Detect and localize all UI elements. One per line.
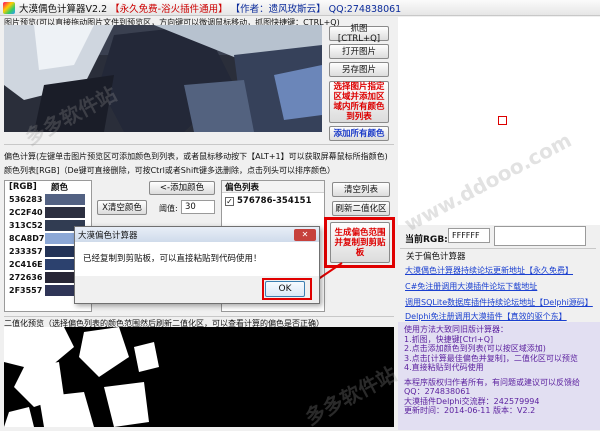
color-code: 8CA8D7 xyxy=(9,234,45,243)
color-list-hint: 颜色列表[RGB]（De键可直接删除，可按Ctrl或者Shift键多选删除，点击… xyxy=(4,166,335,175)
usage-step: 4.直接粘贴到代码使用 xyxy=(404,363,484,372)
clear-list-button[interactable]: 清空列表 xyxy=(332,182,390,197)
app-icon xyxy=(3,1,15,14)
refresh-binary-button[interactable]: 刷新二值化区 xyxy=(332,201,390,216)
offset-item-label: 576786-354151 xyxy=(237,196,312,206)
dialog-title-bar: 大漠偏色计算器 ✕ xyxy=(75,227,319,242)
select-area-button[interactable]: 选择图片指定区域并添加区域内所有颜色到列表 xyxy=(329,81,389,123)
color-code: 2C2F40 xyxy=(9,208,43,217)
threshold-label: 阈值: xyxy=(159,204,178,213)
usage-info-panel: 使用方法大致同旧版计算器： 1.抓图，快捷键[Ctrl+Q] 2.点击添加颜色到… xyxy=(398,322,600,430)
color-column-header[interactable]: 颜色 xyxy=(45,181,85,193)
version-info: 更新时间：2014-06-11 版本：V2.2 xyxy=(404,406,536,415)
link-sqlite[interactable]: 调用SQLite数据库插件持续论坛地址【Delphi源码】 xyxy=(405,297,593,308)
dialog-message: 已经复制到剪贴板，可以直接粘贴到代码使用！ xyxy=(75,242,319,276)
binary-preview[interactable] xyxy=(4,327,394,427)
current-rgb-label: 当前RGB: xyxy=(405,235,448,245)
color-code: 536283 xyxy=(9,195,43,204)
color-table-header: [RGB] 颜色 xyxy=(5,181,91,193)
calc-hint: 偏色计算(左键单击图片预览区可添加颜色到列表，或者鼠标移动按下【ALT+1】可以… xyxy=(4,152,388,161)
current-color-swatch xyxy=(494,226,586,246)
add-all-colors-button[interactable]: 添加所有颜色 xyxy=(329,126,389,141)
divider xyxy=(4,144,394,145)
color-row[interactable]: 536283 xyxy=(5,193,91,206)
offset-item-checkbox[interactable]: ✓ xyxy=(225,196,234,206)
rgb-column-header[interactable]: [RGB] xyxy=(5,182,45,192)
usage-step: 2.点击添加颜色到列表(可以按区域添加) xyxy=(404,344,546,353)
qq-group: 大漠插件Delphi交流群：242579994 xyxy=(404,396,540,406)
usage-step: 1.抓图，快捷键[Ctrl+Q] xyxy=(404,334,494,344)
capture-button[interactable]: 抓图[CTRL+Q] xyxy=(329,24,389,44)
binary-picture xyxy=(4,327,394,427)
divider xyxy=(4,316,394,317)
threshold-input[interactable]: 30 xyxy=(181,200,215,214)
color-code: 2C416E xyxy=(9,260,43,269)
link-csharp[interactable]: C#免注册调用大漠插件论坛下载地址 xyxy=(405,281,537,292)
about-title: 关于偏色计算器 xyxy=(406,252,466,262)
color-code: 2333S7 xyxy=(9,247,43,256)
dialog-close-icon[interactable]: ✕ xyxy=(294,228,316,241)
link-delphi[interactable]: Delphi免注册调用大漠插件【真效的驱个东】 xyxy=(405,311,567,322)
color-row[interactable]: 2C2F40 xyxy=(5,206,91,219)
color-code: 313C52 xyxy=(9,221,43,230)
usage-title: 使用方法大致同旧版计算器： xyxy=(404,325,508,334)
window-title: 大漠偶色计算器V2.2 【永久免费-浴火插件通用】 【作者：遗风玫斯云】 QQ:… xyxy=(19,3,402,15)
open-image-button[interactable]: 打开图片 xyxy=(329,44,389,59)
clear-colors-button[interactable]: X清空颜色 xyxy=(97,200,147,215)
divider xyxy=(400,248,596,249)
ok-highlight-frame xyxy=(262,278,312,300)
author-qq: QQ：274838061 xyxy=(404,387,471,396)
copyright: 本程序版权归作者所有，有问题或建议可以反馈给 xyxy=(404,377,580,387)
generate-offset-button[interactable]: 生成偏色范围并复制到剪贴板 xyxy=(330,222,390,263)
color-code: 2F3557 xyxy=(9,286,43,295)
color-swatch xyxy=(45,194,85,205)
usage-step: 3.点击[计算最佳偏色并复制]，二值化区可以预览 xyxy=(404,353,578,363)
cursor-marker xyxy=(498,116,507,125)
color-code: 272636 xyxy=(9,273,43,282)
dialog-title: 大漠偏色计算器 xyxy=(78,230,138,241)
preview-picture xyxy=(4,25,322,132)
add-color-button[interactable]: <-添加颜色 xyxy=(149,181,215,195)
offset-list-item[interactable]: ✓ 576786-354151 xyxy=(222,193,324,209)
current-rgb-value[interactable]: FFFFFF xyxy=(448,228,490,243)
color-swatch xyxy=(45,207,85,218)
image-preview[interactable] xyxy=(4,25,322,132)
title-bar: 大漠偶色计算器V2.2 【永久免费-浴火插件通用】 【作者：遗风玫斯云】 QQ:… xyxy=(0,0,600,16)
link-update[interactable]: 大漠偶色计算器持续论坛更新地址【永久免费】 xyxy=(405,265,573,276)
offset-list-header: 偏色列表 xyxy=(222,181,324,193)
save-image-button[interactable]: 另存图片 xyxy=(329,62,389,77)
